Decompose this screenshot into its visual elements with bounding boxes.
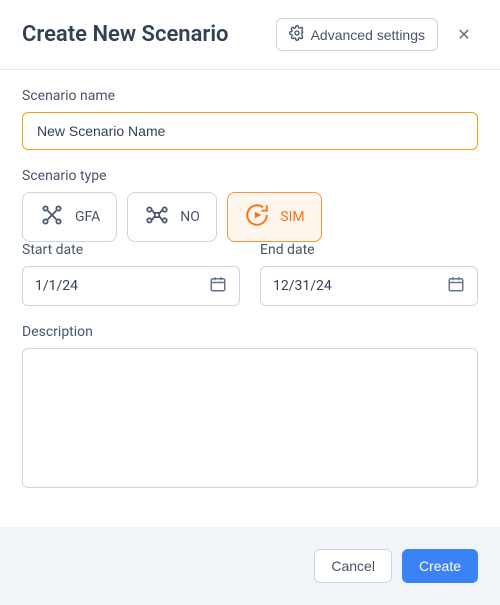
start-date-value: 1/1/24 (35, 278, 78, 294)
end-date-value: 12/31/24 (273, 278, 332, 294)
end-date-label: End date (260, 242, 478, 258)
create-button[interactable]: Create (402, 549, 478, 583)
scenario-type-label: Scenario type (22, 168, 478, 184)
start-date-label: Start date (22, 242, 240, 258)
scenario-name-label: Scenario name (22, 88, 478, 104)
scenario-type-label: NO (180, 209, 200, 225)
gfa-icon (39, 202, 65, 232)
scenario-type-label: SIM (280, 209, 304, 225)
close-button[interactable]: ✕ (450, 21, 478, 49)
close-icon: ✕ (457, 25, 470, 45)
modal-title: Create New Scenario (22, 22, 276, 47)
scenario-name-input[interactable] (22, 112, 478, 150)
advanced-settings-label: Advanced settings (311, 27, 425, 43)
modal-body: Scenario name Scenario type GFA (0, 70, 500, 527)
sim-icon (244, 202, 270, 232)
gear-icon (289, 25, 305, 44)
scenario-type-group: GFA NO (22, 192, 478, 242)
modal-footer: Cancel Create (0, 527, 500, 605)
advanced-settings-button[interactable]: Advanced settings (276, 18, 438, 51)
scenario-type-label: GFA (75, 209, 100, 225)
scenario-type-gfa[interactable]: GFA (22, 192, 117, 242)
description-label: Description (22, 324, 478, 340)
modal-header: Create New Scenario Advanced settings ✕ (0, 0, 500, 70)
start-date-input[interactable]: 1/1/24 (22, 266, 240, 306)
description-input[interactable] (22, 348, 478, 488)
cancel-button[interactable]: Cancel (314, 549, 392, 583)
create-scenario-modal: Create New Scenario Advanced settings ✕ … (0, 0, 500, 605)
scenario-type-sim[interactable]: SIM (227, 192, 321, 242)
no-icon (144, 202, 170, 232)
calendar-icon (447, 275, 465, 297)
end-date-input[interactable]: 12/31/24 (260, 266, 478, 306)
calendar-icon (209, 275, 227, 297)
scenario-type-no[interactable]: NO (127, 192, 217, 242)
